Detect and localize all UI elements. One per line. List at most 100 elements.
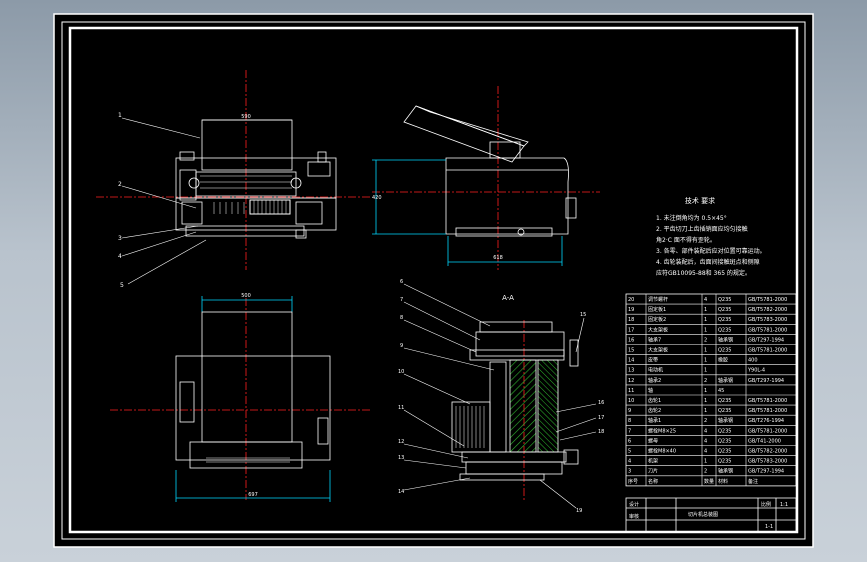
parts-cell: 1 (704, 459, 707, 465)
callout-19: 19 (576, 508, 582, 514)
side-view-height-dimension: 420 (372, 195, 382, 201)
notes-line-4: 3. 各零、部件装配后应对位置可靠运动。 (656, 247, 766, 255)
callout-17: 17 (598, 415, 604, 421)
callout-2: 2 (118, 181, 122, 188)
callout-15: 15 (580, 312, 586, 318)
parts-cell: GB/T5781-2000 (748, 398, 787, 404)
title-block-design-label: 设计 (629, 501, 639, 508)
parts-cell: 4 (704, 449, 707, 455)
parts-cell: 1 (704, 388, 707, 394)
parts-cell: Q235 (718, 438, 731, 444)
parts-cell: 齿轮2 (648, 407, 661, 414)
callout-3: 3 (118, 235, 122, 242)
parts-header-cell: 数量 (704, 478, 714, 485)
parts-cell: 4 (704, 438, 707, 444)
cad-drawing-canvas: 1 2 3 4 5 618 420 500 697 590 A-A 6 7 8 … (53, 13, 814, 548)
parts-cell: 19 (628, 307, 634, 313)
parts-cell: 轴承钢 (718, 336, 733, 343)
parts-cell: 螺栓M8×40 (648, 448, 676, 455)
parts-cell: 轴承钢 (718, 468, 733, 475)
top-view-width-dimension: 500 (241, 293, 251, 299)
parts-cell: GB/T297-1994 (748, 337, 784, 343)
parts-cell: 2 (704, 378, 707, 384)
parts-cell: Q235 (718, 297, 731, 303)
parts-cell: 400 (748, 358, 758, 364)
parts-cell: GB/T5781-2000 (748, 408, 787, 414)
parts-cell: 轴承2 (648, 377, 661, 384)
parts-cell: Y90L-4 (747, 368, 765, 374)
parts-cell: Q235 (718, 348, 731, 354)
parts-cell: 6 (628, 438, 631, 444)
parts-cell: Q235 (718, 449, 731, 455)
parts-cell: 4 (704, 297, 707, 303)
parts-header-cell: 材料 (718, 478, 728, 485)
callout-8: 8 (400, 315, 403, 321)
parts-cell: GB/T297-1994 (748, 378, 784, 384)
parts-cell: 螺母 (648, 437, 658, 444)
callout-12: 12 (398, 439, 404, 445)
parts-cell: 机架 (648, 458, 658, 465)
notes-line-5: 4. 齿轮装配后，齿面间接触斑点和侧隙 (656, 258, 760, 266)
drawing-name: 切片机总装图 (688, 511, 718, 518)
side-view-width-dimension: 618 (493, 255, 503, 261)
scale-label: 比例 (761, 501, 771, 508)
parts-cell: 大支架板 (648, 347, 668, 354)
section-title: A-A (502, 294, 514, 302)
parts-cell: 1 (704, 358, 707, 364)
parts-cell: GB/T5781-2000 (748, 428, 787, 434)
parts-header-cell: 序号 (628, 478, 638, 485)
parts-cell: 1 (704, 408, 707, 414)
parts-cell: GB/T297-1994 (748, 469, 784, 475)
callout-11: 11 (398, 405, 404, 411)
callout-13: 13 (398, 455, 404, 461)
parts-cell: GB/T5781-2000 (748, 327, 787, 333)
parts-cell: 电动机 (648, 367, 663, 374)
notes-title: 技术 要求 (685, 196, 715, 205)
notes-line-3: 角2·C 面不得有歪轮。 (656, 236, 716, 244)
parts-cell: 20 (628, 297, 634, 303)
parts-cell: 轴承7 (648, 336, 661, 343)
parts-cell: 4 (628, 459, 631, 465)
notes-line-1: 1. 未注倒角均为 0.5×45° (656, 214, 727, 222)
callout-5: 5 (120, 282, 124, 289)
parts-cell: 2 (704, 418, 707, 424)
callout-9: 9 (400, 343, 403, 349)
parts-cell: 刀片 (648, 468, 658, 475)
parts-cell: 14 (628, 358, 634, 364)
parts-cell: 齿轮1 (648, 397, 661, 404)
parts-cell: 4 (704, 428, 707, 434)
parts-cell: 8 (628, 418, 631, 424)
parts-cell: GB/T5782-2000 (748, 449, 787, 455)
parts-cell: 橡胶 (718, 357, 728, 364)
parts-cell: 3 (628, 469, 631, 475)
parts-cell: GB/T5781-2000 (748, 348, 787, 354)
callout-14: 14 (398, 489, 404, 495)
parts-cell: 7 (628, 428, 631, 434)
parts-cell: 15 (628, 348, 634, 354)
parts-cell: GB/T5783-2000 (748, 317, 787, 323)
parts-cell: 18 (628, 317, 634, 323)
parts-cell: 12 (628, 378, 634, 384)
parts-cell: 10 (628, 398, 634, 404)
parts-cell: 固定板2 (648, 316, 666, 323)
sheet-number: 1-1 (765, 524, 773, 530)
callout-1: 1 (118, 112, 122, 119)
parts-cell: 1 (704, 398, 707, 404)
parts-cell: 轴承钢 (718, 417, 733, 424)
callout-16: 16 (598, 400, 604, 406)
parts-cell: 9 (628, 408, 631, 414)
parts-cell: Q235 (718, 317, 731, 323)
notes-line-2: 2. 平齿切刀上齿插销面应均匀接触 (656, 225, 748, 233)
parts-cell: GB/T5781-2000 (748, 297, 787, 303)
parts-cell: 固定板1 (648, 306, 666, 313)
parts-cell: 调节螺杆 (648, 296, 668, 303)
callout-6: 6 (400, 279, 403, 285)
parts-cell: 轴承钢 (718, 377, 733, 384)
top-view-bottom-dimension: 697 (248, 492, 258, 498)
parts-cell: 轴 (648, 387, 653, 394)
parts-cell: 11 (628, 388, 634, 394)
parts-cell: 1 (704, 307, 707, 313)
parts-cell: 螺栓M8×25 (648, 427, 676, 434)
parts-cell: 16 (628, 337, 634, 343)
parts-cell: Q235 (718, 327, 731, 333)
